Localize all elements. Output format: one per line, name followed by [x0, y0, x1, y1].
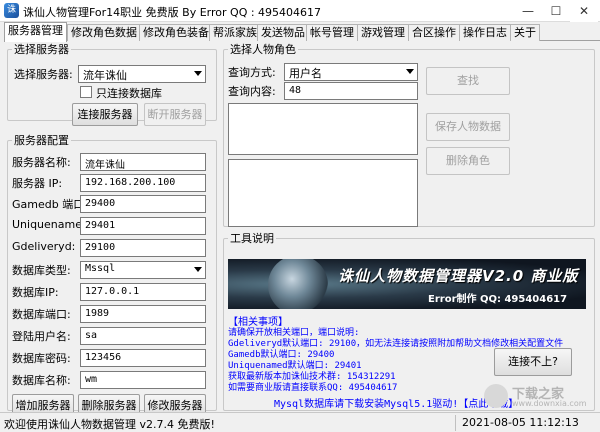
server-config-group: 服务器配置 服务器名称: 流年诛仙 服务器 IP: 192.168.200.10…: [7, 132, 217, 417]
server-config-legend: 服务器配置: [14, 134, 69, 147]
dropdown-arrow-icon: [194, 267, 202, 272]
delete-role-button[interactable]: 删除角色: [426, 147, 510, 175]
note-line: 如需要商业版请直接联系QQ: 495404617: [228, 383, 398, 393]
login-user-input[interactable]: sa: [80, 327, 206, 345]
disconnect-server-button[interactable]: 断开服务器: [144, 103, 206, 126]
server-manage-panel: 选择服务器 选择服务器: 流年诛仙 只连接数据库 连接服务器 断开服务器 服务器…: [4, 41, 597, 417]
save-role-button[interactable]: 保存人物数据: [426, 113, 510, 141]
query-method-value: 用户名: [289, 67, 322, 80]
status-bar: 欢迎使用诛仙人物数据管理 v2.7.4 免费版! 2021-08-05 11:1…: [0, 412, 600, 432]
server-select[interactable]: 流年诛仙: [78, 65, 206, 83]
db-name-label: 数据库名称:: [12, 374, 71, 387]
db-port-label: 数据库端口:: [12, 308, 71, 321]
title-bar: 诛 诛仙人物管理For14职业 免费版 By Error QQ : 495404…: [0, 0, 600, 22]
db-ip-label: 数据库IP:: [12, 286, 59, 299]
server-name-label: 服务器名称:: [12, 156, 71, 169]
gdeliveryd-input[interactable]: 29100: [80, 239, 206, 257]
downxia-logo-icon: [484, 384, 508, 408]
query-method-label: 查询方式:: [228, 66, 276, 79]
gamedb-port-input[interactable]: 29400: [80, 195, 206, 213]
tab-edit-role-data[interactable]: 修改角色数据: [67, 24, 141, 41]
select-server-label: 选择服务器:: [14, 68, 73, 81]
watermark-line2: www.downxia.com: [512, 399, 587, 408]
server-select-value: 流年诛仙: [83, 69, 127, 82]
tab-operation-log[interactable]: 操作日志: [459, 24, 511, 41]
db-type-label: 数据库类型:: [12, 264, 71, 277]
login-user-label: 登陆用户名:: [12, 330, 71, 343]
select-server-group: 选择服务器 选择服务器: 流年诛仙 只连接数据库 连接服务器 断开服务器: [7, 41, 217, 126]
status-datetime: 2021-08-05 11:12:13: [462, 416, 579, 429]
uniquenamed-input[interactable]: 29401: [80, 217, 206, 235]
server-name-input[interactable]: 流年诛仙: [80, 153, 206, 171]
db-port-input[interactable]: 1989: [80, 305, 206, 323]
query-content-input[interactable]: 48: [284, 82, 418, 100]
find-button[interactable]: 查找: [426, 67, 510, 95]
status-message: 欢迎使用诛仙人物数据管理 v2.7.4 免费版!: [4, 418, 215, 431]
select-role-group: 选择人物角色 查询方式: 用户名 查询内容: 48 查找 保存人物数据 删除角色: [223, 41, 595, 227]
db-only-label: 只连接数据库: [96, 87, 162, 100]
db-name-input[interactable]: wm: [80, 371, 206, 389]
db-type-select[interactable]: Mssql: [80, 261, 206, 279]
query-content-label: 查询内容:: [228, 85, 276, 98]
tab-server-manage[interactable]: 服务器管理: [4, 22, 67, 42]
banner-image: 诛仙人物数据管理器V2.0 商业版 Error制作 QQ: 495404617: [228, 259, 586, 309]
dropdown-arrow-icon: [406, 69, 414, 74]
close-button[interactable]: ✕: [570, 0, 598, 22]
gamedb-port-label: Gamedb 端口:: [12, 198, 88, 211]
tab-send-items[interactable]: 发送物品: [257, 24, 309, 41]
banner-subtitle: Error制作 QQ: 495404617: [428, 294, 568, 305]
role-list-top[interactable]: [228, 103, 418, 155]
db-only-checkbox[interactable]: [80, 86, 92, 98]
status-separator: [455, 415, 456, 431]
tab-about[interactable]: 关于: [510, 24, 540, 41]
tab-edit-role-equip[interactable]: 修改角色装备: [139, 24, 213, 41]
dropdown-arrow-icon: [194, 71, 202, 76]
role-list-bottom[interactable]: [228, 159, 418, 227]
tab-game-manage[interactable]: 游戏管理: [357, 24, 409, 41]
gdeliveryd-label: Gdeliveryd:: [12, 240, 76, 253]
tab-bar: 服务器管理 修改角色数据 修改角色装备 帮派家族 发送物品 帐号管理 游戏管理 …: [4, 22, 600, 42]
select-server-legend: 选择服务器: [14, 43, 69, 56]
tab-merge-servers[interactable]: 合区操作: [408, 24, 460, 41]
tab-guild-family[interactable]: 帮派家族: [209, 24, 261, 41]
mysql-download-link[interactable]: Mysql数据库请下载安装Mysql5.1驱动!【点此下载】: [274, 395, 518, 410]
db-password-input[interactable]: 123456: [80, 349, 206, 367]
db-type-value: Mssql: [85, 263, 116, 274]
cant-connect-button[interactable]: 连接不上?: [494, 348, 572, 376]
query-method-select[interactable]: 用户名: [284, 63, 418, 81]
db-password-label: 数据库密码:: [12, 352, 71, 365]
character-figure-image: [268, 259, 328, 309]
minimize-button[interactable]: —: [514, 0, 542, 22]
connect-server-button[interactable]: 连接服务器: [72, 103, 138, 126]
maximize-button[interactable]: ☐: [542, 0, 570, 22]
window-title: 诛仙人物管理For14职业 免费版 By Error QQ : 49540461…: [23, 6, 322, 19]
downxia-watermark: 下载之家 www.downxia.com: [484, 382, 596, 410]
server-ip-label: 服务器 IP:: [12, 177, 63, 190]
server-ip-input[interactable]: 192.168.200.100: [80, 174, 206, 192]
tab-account-manage[interactable]: 帐号管理: [306, 24, 358, 41]
tool-info-legend: 工具说明: [230, 232, 274, 245]
db-ip-input[interactable]: 127.0.0.1: [80, 283, 206, 301]
app-icon: 诛: [4, 3, 19, 18]
banner-title: 诛仙人物数据管理器V2.0 商业版: [338, 267, 579, 285]
select-role-legend: 选择人物角色: [230, 43, 296, 56]
